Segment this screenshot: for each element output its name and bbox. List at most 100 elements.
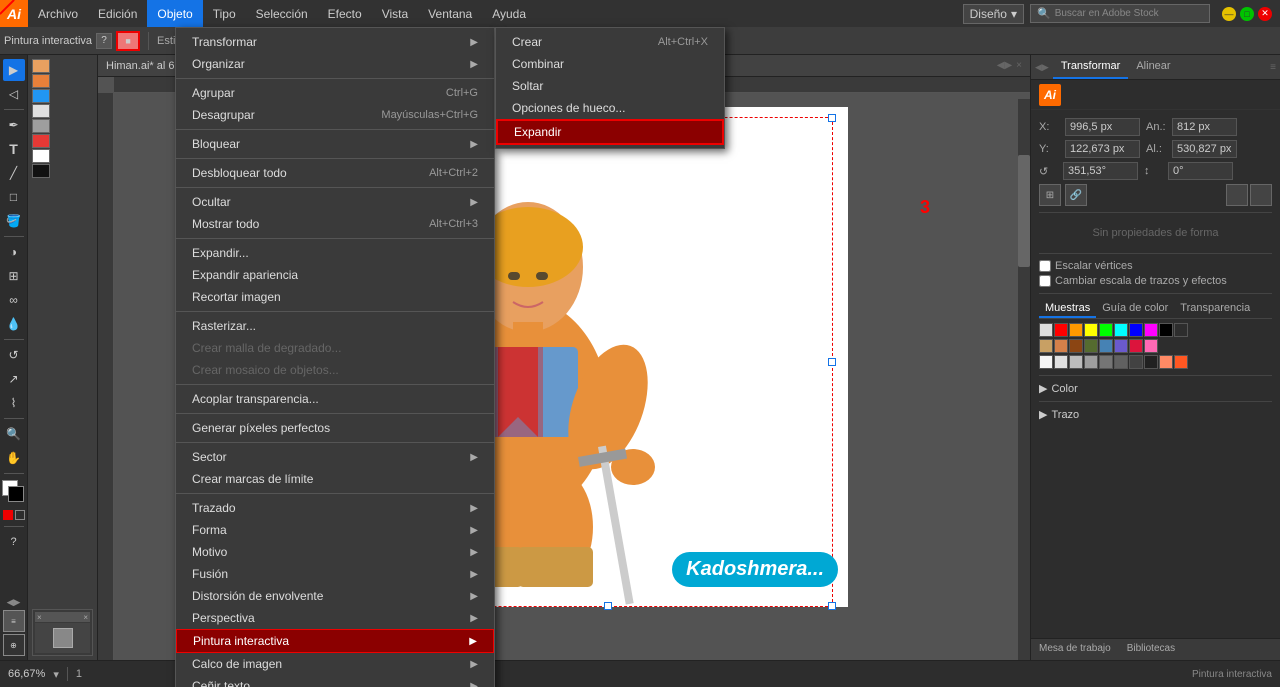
menu-cenir[interactable]: Ceñir texto ▶ (176, 675, 494, 687)
menu-distorsion[interactable]: Distorsión de envolvente ▶ (176, 585, 494, 607)
rotation-input[interactable] (1063, 162, 1138, 180)
pi-expandir[interactable]: Expandir (496, 119, 724, 145)
color-cell-magenta[interactable] (1144, 323, 1158, 337)
extra-tool-btn2[interactable]: ⊕ (3, 634, 25, 656)
tab-muestras[interactable]: Muestras (1039, 300, 1096, 318)
menu-archivo[interactable]: Archivo (28, 0, 88, 27)
menu-calco[interactable]: Calco de imagen ▶ (176, 653, 494, 675)
flip-h-icon[interactable] (1226, 184, 1248, 206)
cc4[interactable] (1084, 339, 1098, 353)
menu-recortar[interactable]: Recortar imagen (176, 286, 494, 308)
menu-pintura-interactiva[interactable]: Pintura interactiva ▶ (176, 629, 494, 653)
menu-fusion[interactable]: Fusión ▶ (176, 563, 494, 585)
extra-tool-btn[interactable]: ≡ (3, 610, 25, 632)
cc6[interactable] (1114, 339, 1128, 353)
scale-vertices-check[interactable] (1039, 260, 1051, 272)
swatch-blue[interactable] (32, 89, 50, 103)
maximize-button[interactable]: □ (1240, 7, 1254, 21)
paint-bucket-tool[interactable]: 🪣 (3, 210, 25, 232)
menu-perspectiva[interactable]: Perspectiva ▶ (176, 607, 494, 629)
swatch-gray[interactable] (32, 119, 50, 133)
menu-acoplar[interactable]: Acoplar transparencia... (176, 388, 494, 410)
menu-sector[interactable]: Sector ▶ (176, 446, 494, 468)
swatch-lightgray[interactable] (32, 104, 50, 118)
menu-expandir-ap[interactable]: Expandir apariencia (176, 264, 494, 286)
scrollbar-vertical[interactable] (1018, 99, 1030, 660)
menu-marcas[interactable]: Crear marcas de límite (176, 468, 494, 490)
cc3[interactable] (1069, 339, 1083, 353)
color-cell-red[interactable] (1054, 323, 1068, 337)
gradient-tool[interactable]: ◑ (3, 241, 25, 263)
menu-pixeles[interactable]: Generar píxeles perfectos (176, 417, 494, 439)
tab-alinear[interactable]: Alinear (1128, 55, 1178, 79)
cg5[interactable] (1099, 355, 1113, 369)
menu-motivo[interactable]: Motivo ▶ (176, 541, 494, 563)
swatch-orange[interactable] (32, 59, 50, 73)
panel-menu-icon[interactable]: ≡ (1270, 62, 1276, 73)
shear-input[interactable] (1168, 162, 1233, 180)
mini-close-icon[interactable]: × (37, 613, 42, 622)
cg1[interactable] (1039, 355, 1053, 369)
direct-select-tool[interactable]: ◁ (3, 83, 25, 105)
help-tool[interactable]: ? (3, 531, 25, 553)
cg8[interactable] (1144, 355, 1158, 369)
eyedropper-tool[interactable]: 💧 (3, 313, 25, 335)
menu-trazado[interactable]: Trazado ▶ (176, 497, 494, 519)
blend-tool[interactable]: ∞ (3, 289, 25, 311)
color-cell-green[interactable] (1099, 323, 1113, 337)
warp-tool[interactable]: ⌇ (3, 392, 25, 414)
swatch-darkorange[interactable] (32, 74, 50, 88)
menu-ocultar[interactable]: Ocultar ▶ (176, 191, 494, 213)
question-btn[interactable]: ? (96, 33, 112, 49)
color-cell-yellow[interactable] (1084, 323, 1098, 337)
cg4[interactable] (1084, 355, 1098, 369)
y-input[interactable] (1065, 140, 1140, 158)
tab-guia[interactable]: Guía de color (1096, 300, 1174, 318)
no-fill-btn[interactable] (15, 510, 25, 520)
cg9[interactable] (1159, 355, 1173, 369)
cc5[interactable] (1099, 339, 1113, 353)
color-cell-black[interactable] (1159, 323, 1173, 337)
trazo-expand-icon[interactable]: ▶ (1039, 408, 1047, 421)
color-cell-orange[interactable] (1069, 323, 1083, 337)
color-cell-white[interactable] (1039, 323, 1053, 337)
menu-objeto[interactable]: Objeto (147, 0, 202, 27)
hand-tool[interactable]: ✋ (3, 447, 25, 469)
search-box[interactable]: 🔍 Buscar en Adobe Stock (1030, 4, 1210, 23)
menu-tipo[interactable]: Tipo (203, 0, 246, 27)
menu-transformar[interactable]: Transformar ▶ (176, 31, 494, 53)
h-input[interactable] (1172, 140, 1237, 158)
expand-icon[interactable]: ▶ (1039, 382, 1047, 395)
menu-mostrar[interactable]: Mostrar todo Alt+Ctrl+3 (176, 213, 494, 235)
cg2[interactable] (1054, 355, 1068, 369)
tab-transformar[interactable]: Transformar (1053, 55, 1129, 79)
pi-opciones[interactable]: Opciones de hueco... (496, 97, 724, 119)
x-input[interactable] (1065, 118, 1140, 136)
flip-v-icon[interactable] (1250, 184, 1272, 206)
menu-organizar[interactable]: Organizar ▶ (176, 53, 494, 75)
constrain-icon[interactable]: ⊞ (1039, 184, 1061, 206)
tool-mode-btn[interactable]: ■ (116, 31, 140, 51)
swatch-black[interactable] (32, 164, 50, 178)
menu-ayuda[interactable]: Ayuda (482, 0, 536, 27)
color-cell-blue[interactable] (1129, 323, 1143, 337)
cc7[interactable] (1129, 339, 1143, 353)
cc2[interactable] (1054, 339, 1068, 353)
pi-combinar[interactable]: Combinar (496, 53, 724, 75)
menu-seleccion[interactable]: Selección (246, 0, 318, 27)
w-input[interactable] (1172, 118, 1237, 136)
line-tool[interactable]: ╱ (3, 162, 25, 184)
menu-ventana[interactable]: Ventana (418, 0, 482, 27)
zoom-tool[interactable]: 🔍 (3, 423, 25, 445)
menu-edicion[interactable]: Edición (88, 0, 147, 27)
mini-expand-icon[interactable]: × (83, 613, 88, 622)
scrollbar-thumb[interactable] (1018, 155, 1030, 267)
mesh-tool[interactable]: ⊞ (3, 265, 25, 287)
rotate-tool[interactable]: ↺ (3, 344, 25, 366)
cc8[interactable] (1144, 339, 1158, 353)
tab-transparencia[interactable]: Transparencia (1174, 300, 1256, 318)
color-cell-none[interactable] (1174, 323, 1188, 337)
tab-mesa[interactable]: Mesa de trabajo (1031, 639, 1119, 660)
zoom-dropdown-icon[interactable]: ▾ (53, 668, 59, 681)
panel-collapse-btn[interactable]: ◀▶ (997, 60, 1012, 71)
